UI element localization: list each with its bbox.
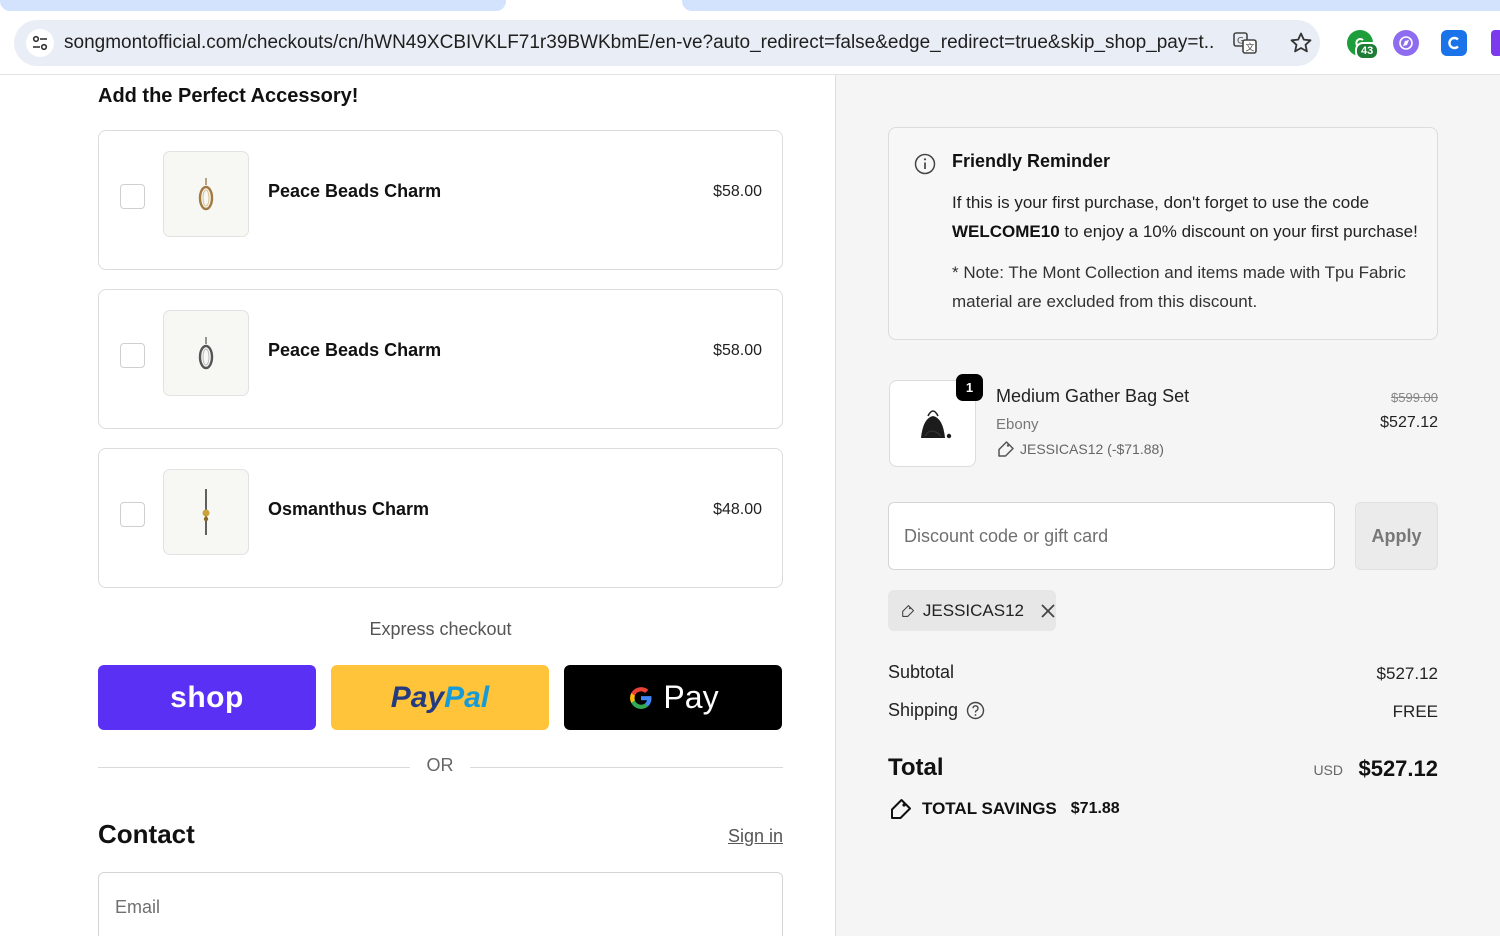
tab-strip [0, 0, 1500, 12]
total-savings-row: TOTAL SAVINGS $71.88 [888, 797, 1120, 821]
extension-compass-icon[interactable] [1393, 30, 1419, 56]
site-settings-icon[interactable] [26, 29, 54, 57]
sign-in-link[interactable]: Sign in [728, 826, 783, 847]
address-bar[interactable]: songmontofficial.com/checkouts/cn/hWN49X… [14, 20, 1320, 66]
shop-pay-label: shop [170, 680, 244, 714]
remove-code-close-icon[interactable] [1040, 601, 1056, 621]
subtotal-label: Subtotal [888, 662, 955, 682]
item-variant: Ebony [996, 416, 1039, 433]
shipping-label: Shipping [888, 700, 959, 720]
shipping-row: Shipping [888, 700, 985, 721]
welcome-code: WELCOME10 [952, 222, 1060, 241]
accessory-checkbox[interactable] [120, 184, 145, 209]
accessory-checkbox[interactable] [120, 343, 145, 368]
accessory-section-title: Add the Perfect Accessory! [98, 85, 359, 107]
reminder-title: Friendly Reminder [952, 151, 1111, 171]
applied-code-chip: JESSICAS12 [888, 590, 1056, 631]
item-name: Medium Gather Bag Set [996, 386, 1190, 406]
shop-pay-button[interactable]: shop [98, 665, 316, 730]
shipping-value: FREE [1392, 702, 1438, 721]
charm-pendant-icon [163, 469, 249, 555]
or-divider-text: OR [426, 755, 454, 775]
total-savings-value: $71.88 [1070, 800, 1120, 817]
or-divider-right [470, 767, 783, 768]
column-divider [835, 75, 836, 936]
quantity-badge: 1 [956, 374, 983, 401]
contact-heading: Contact [98, 819, 195, 849]
apply-discount-button[interactable]: Apply [1355, 502, 1438, 570]
tag-icon [902, 604, 915, 617]
browser-chrome: songmontofficial.com/checkouts/cn/hWN49X… [0, 0, 1500, 75]
translate-icon[interactable]: G文 [1232, 31, 1258, 55]
charm-ring-icon [163, 151, 249, 237]
extension-badge: 43 [1355, 42, 1380, 60]
charm-ring-icon [163, 310, 249, 396]
friendly-reminder-box: Friendly Reminder If this is your first … [888, 127, 1438, 340]
item-discount-tag: JESSICAS12 (-$71.88) [996, 440, 1164, 458]
total-currency: USD [1313, 762, 1343, 778]
paypal-button[interactable]: PayPal [331, 665, 549, 730]
browser-tab-left[interactable] [0, 0, 506, 11]
total-label: Total [888, 754, 944, 781]
bag-icon [920, 409, 951, 438]
url-text[interactable]: songmontofficial.com/checkouts/cn/hWN49X… [64, 32, 1214, 54]
info-icon [914, 153, 936, 175]
reminder-note: * Note: The Mont Collection and items ma… [952, 263, 1406, 311]
accessory-price: $48.00 [713, 501, 762, 518]
accessory-card[interactable]: Osmanthus Charm $48.00 [98, 448, 783, 588]
email-field[interactable] [98, 872, 783, 936]
bookmark-star-icon[interactable] [1289, 31, 1313, 55]
or-divider-left [98, 767, 410, 768]
total-savings-label: TOTAL SAVINGS [922, 799, 1057, 818]
extension-c-icon[interactable] [1441, 30, 1467, 56]
extension-purple-icon[interactable] [1491, 30, 1500, 56]
reminder-body: If this is your first purchase, don't fo… [952, 193, 1418, 241]
accessory-name: Peace Beads Charm [268, 181, 442, 201]
accessory-card[interactable]: Peace Beads Charm $58.00 [98, 289, 783, 429]
paypal-logo: PayPal [390, 680, 490, 714]
extension-grammar-icon[interactable]: 43 [1347, 30, 1380, 60]
help-question-icon[interactable] [966, 701, 985, 720]
accessory-name: Osmanthus Charm [268, 499, 430, 519]
google-pay-button[interactable]: Pay [564, 665, 782, 730]
accessory-name: Peace Beads Charm [268, 340, 442, 360]
browser-tab-right[interactable] [682, 0, 1500, 11]
tag-icon [998, 441, 1014, 457]
accessory-card[interactable]: Peace Beads Charm $58.00 [98, 130, 783, 270]
accessory-price: $58.00 [713, 183, 762, 200]
google-g-icon [630, 686, 652, 709]
total-value: $527.12 [1358, 756, 1438, 781]
discount-code-input[interactable] [888, 502, 1335, 570]
accessory-price: $58.00 [713, 342, 762, 359]
svg-text:文: 文 [1246, 42, 1255, 54]
applied-code-text: JESSICAS12 [922, 600, 1024, 620]
item-price: $527.12 [1380, 414, 1438, 431]
express-checkout-label: Express checkout [369, 619, 512, 639]
subtotal-value: $527.12 [1376, 664, 1438, 683]
google-pay-label: Pay [663, 679, 719, 715]
savings-tag-icon [891, 799, 911, 819]
accessory-checkbox[interactable] [120, 502, 145, 527]
item-original-price: $599.00 [1391, 390, 1438, 405]
